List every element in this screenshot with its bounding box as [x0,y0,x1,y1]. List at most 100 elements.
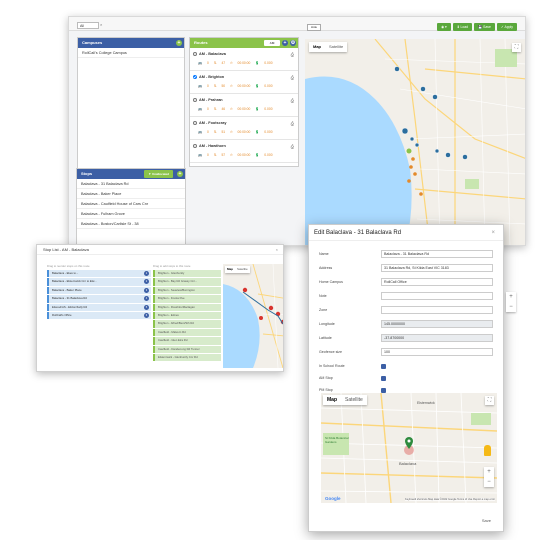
close-tab-icon[interactable]: × [100,22,102,27]
route-stop-item[interactable]: RollCall's Office 6 [47,311,151,320]
map-type-satellite-tab[interactable]: Satellite [235,266,250,273]
unallocated-filter-button[interactable]: ▼ Unallocated [144,170,173,178]
route-stop-item[interactable]: Balaclava - Baker Place 3 [47,286,151,295]
route-checkbox[interactable] [193,121,197,125]
edit-stop-dialog: Edit Balaclava - 31 Balaclava Rd × Name … [308,224,504,532]
route-checkbox[interactable] [193,75,197,79]
campus-item[interactable]: RollCall's College Campus [78,48,184,58]
dialog-title: Edit Balaclava - 31 Balaclava Rd × [309,225,503,241]
stop-list-title: Stop List - AM - Balaclava × [37,245,283,255]
route-stop-label: Balaclava - 31 Balaclava Rd [52,296,87,301]
stop-list-map-canvas[interactable] [223,263,284,369]
dialog-title-text: Edit Balaclava - 31 Balaclava Rd [314,230,402,236]
route-stop-label: Balaclava - Elsternwick Cnr to Elw... [52,279,97,284]
apply-button[interactable]: ✓ Apply [496,23,517,31]
zoom-out-button[interactable]: − [484,477,494,487]
route-stats: 🚌 0 ⇅ 46 ⏱ 00:00:00 💲 0.000 [198,107,273,111]
route-checkbox[interactable] [193,144,197,148]
address-field[interactable]: 31 Balaclava Rd, St Kilda East VIC 3183 [381,264,493,272]
print-icon[interactable]: ⎙ [291,121,294,126]
close-icon[interactable]: × [491,225,495,241]
available-stop-item[interactable]: Brighton - Bay Rd Grassy Cnr... [153,278,221,286]
zoom-in-button[interactable]: + [506,292,516,302]
stop-item[interactable]: Balaclava - Baker Place [77,189,185,199]
available-stop-item[interactable]: Caulfield - Dandenong Rd Tunnel [153,345,221,353]
stop-item[interactable]: Balaclava - Fulham Grove [77,209,185,219]
close-icon[interactable]: × [276,245,278,255]
route-stop-item[interactable]: Elwood/AS - Eildon/Kelly Rd 5 [47,303,151,311]
available-stop-item[interactable]: Brighton - Glenhuntly [153,270,221,278]
fullscreen-icon[interactable]: ⛶ [512,43,521,52]
in-school-route-checkbox[interactable] [381,364,386,369]
add-stop-button[interactable]: + [177,171,183,177]
available-stop-item[interactable]: Brighton - Ednes [153,311,221,320]
route-period-select[interactable]: AM [264,40,280,46]
route-item[interactable]: AM - Footscray ⎙ 🚌 0 ⇅ 51 ⏱ 00:00:00 💲 0… [190,117,298,140]
longitude-label: Longitude [319,322,335,326]
route-stop-item[interactable]: Balaclava - Ekes to... 1 [47,270,151,278]
map-attribution[interactable]: Keyboard shortcuts Map data ©2022 Google… [405,498,495,501]
route-checkbox[interactable] [193,52,197,56]
stop-location-map[interactable]: Map Satellite Balaclava Elsternwick St K… [320,392,498,504]
view-options-button[interactable]: ◉ ▾ [437,23,451,31]
map-type-satellite-tab[interactable]: Satellite [341,395,367,405]
map-type-map-tab[interactable]: Map [309,42,325,52]
zone-select[interactable] [381,306,493,314]
fullscreen-icon[interactable]: ⛶ [485,396,494,405]
print-icon[interactable]: ⎙ [291,144,294,149]
stop-list-map[interactable]: Map Satellite ⛶ + − [223,263,284,369]
print-icon[interactable]: ⎙ [291,52,294,57]
print-icon[interactable]: ⎙ [291,98,294,103]
available-stop-item[interactable]: Elsternwick - Glenhuntly Cnr Rd [153,353,221,362]
am-stop-checkbox[interactable] [381,376,386,381]
save-button[interactable]: 💾 Save [474,23,495,31]
geofence-size-field[interactable]: 100 [381,348,493,356]
stop-location-map-canvas[interactable] [320,392,498,504]
route-settings-button[interactable]: ⚙ [290,40,296,46]
zoom-in-button[interactable]: + [484,467,494,477]
route-item[interactable]: AM - Balaclava ⎙ 🚌 0 ⇅ 47 ⏱ 00:00:00 💲 0… [190,48,298,71]
available-stop-item[interactable]: Brighton - Rosshire/Maclagan [153,303,221,311]
pegman-icon[interactable] [484,445,491,456]
add-route-button[interactable]: + [282,40,288,46]
zone-label: Zone [319,308,328,312]
print-icon[interactable]: ⎙ [291,75,294,80]
main-map[interactable]: Map Satellite ⛶ [305,38,526,246]
route-checkbox[interactable] [193,98,197,102]
route-stop-item[interactable]: Balaclava - Elsternwick Cnr to Elw... 2 [47,278,151,286]
available-stops-column: Drag to add stops to this route Brighton… [153,264,221,362]
load-button[interactable]: ⬇ Load [452,23,473,31]
main-map-canvas[interactable] [305,38,526,246]
route-name: AM - Hawthorn [193,144,226,148]
route-label: AM - Balaclava [199,52,226,56]
available-stop-item[interactable]: Brighton - Fresta Dve [153,295,221,303]
route-item[interactable]: AM - Hawthorn ⎙ 🚌 0 ⇅ 57 ⏱ 00:00:00 💲 0.… [190,140,298,163]
zoom-out-button[interactable]: − [506,302,516,312]
route-item[interactable]: AM - Prahran ⎙ 🚌 0 ⇅ 46 ⏱ 00:00:00 💲 0.0… [190,94,298,117]
available-stop-item[interactable]: Brighton - Alfred/Bent/Sth Rd [153,320,221,328]
save-button[interactable]: Save [482,518,491,523]
routes-header: Routes AM + ⚙ [190,38,298,48]
available-stop-item[interactable]: Caulfield - Glen Eira Rd [153,337,221,345]
available-stop-item[interactable]: Brighton - Seaview/Bonington [153,286,221,295]
map-type-map-tab[interactable]: Map [225,266,235,273]
available-stop-item[interactable]: Caulfield - Malvern Rd [153,328,221,337]
home-campus-select[interactable]: RollCall Office [381,278,493,286]
stop-item[interactable]: Balaclava - 31 Balaclava Rd [77,179,185,189]
stop-order-badge: 1 [144,271,149,276]
note-field[interactable] [381,292,493,300]
hide-button[interactable]: Hide [307,24,321,31]
stop-item[interactable]: Balaclava - Caulfield House of Cars Cnr [77,199,185,209]
map-type-satellite-tab[interactable]: Satellite [325,42,347,52]
add-campus-button[interactable]: + [176,40,182,46]
map-type-map-tab[interactable]: Map [323,395,341,405]
route-name: AM - Footscray [193,121,226,125]
route-stop-label: RollCall's Office [52,312,72,317]
stop-list-map-toggle: Map Satellite [225,266,250,273]
view-select[interactable]: All [77,22,99,29]
stop-item[interactable]: Balaclava - Boston/Carlisle St - 38 [77,219,185,229]
route-stop-item[interactable]: Balaclava - 31 Balaclava Rd 4 [47,295,151,303]
stop-order-badge: 6 [144,312,149,318]
name-field[interactable]: Balaclava - 31 Balaclava Rd [381,250,493,258]
route-item[interactable]: AM - Brighton ⎙ 🚌 0 ⇅ 50 ⏱ 00:00:00 💲 0.… [190,71,298,94]
